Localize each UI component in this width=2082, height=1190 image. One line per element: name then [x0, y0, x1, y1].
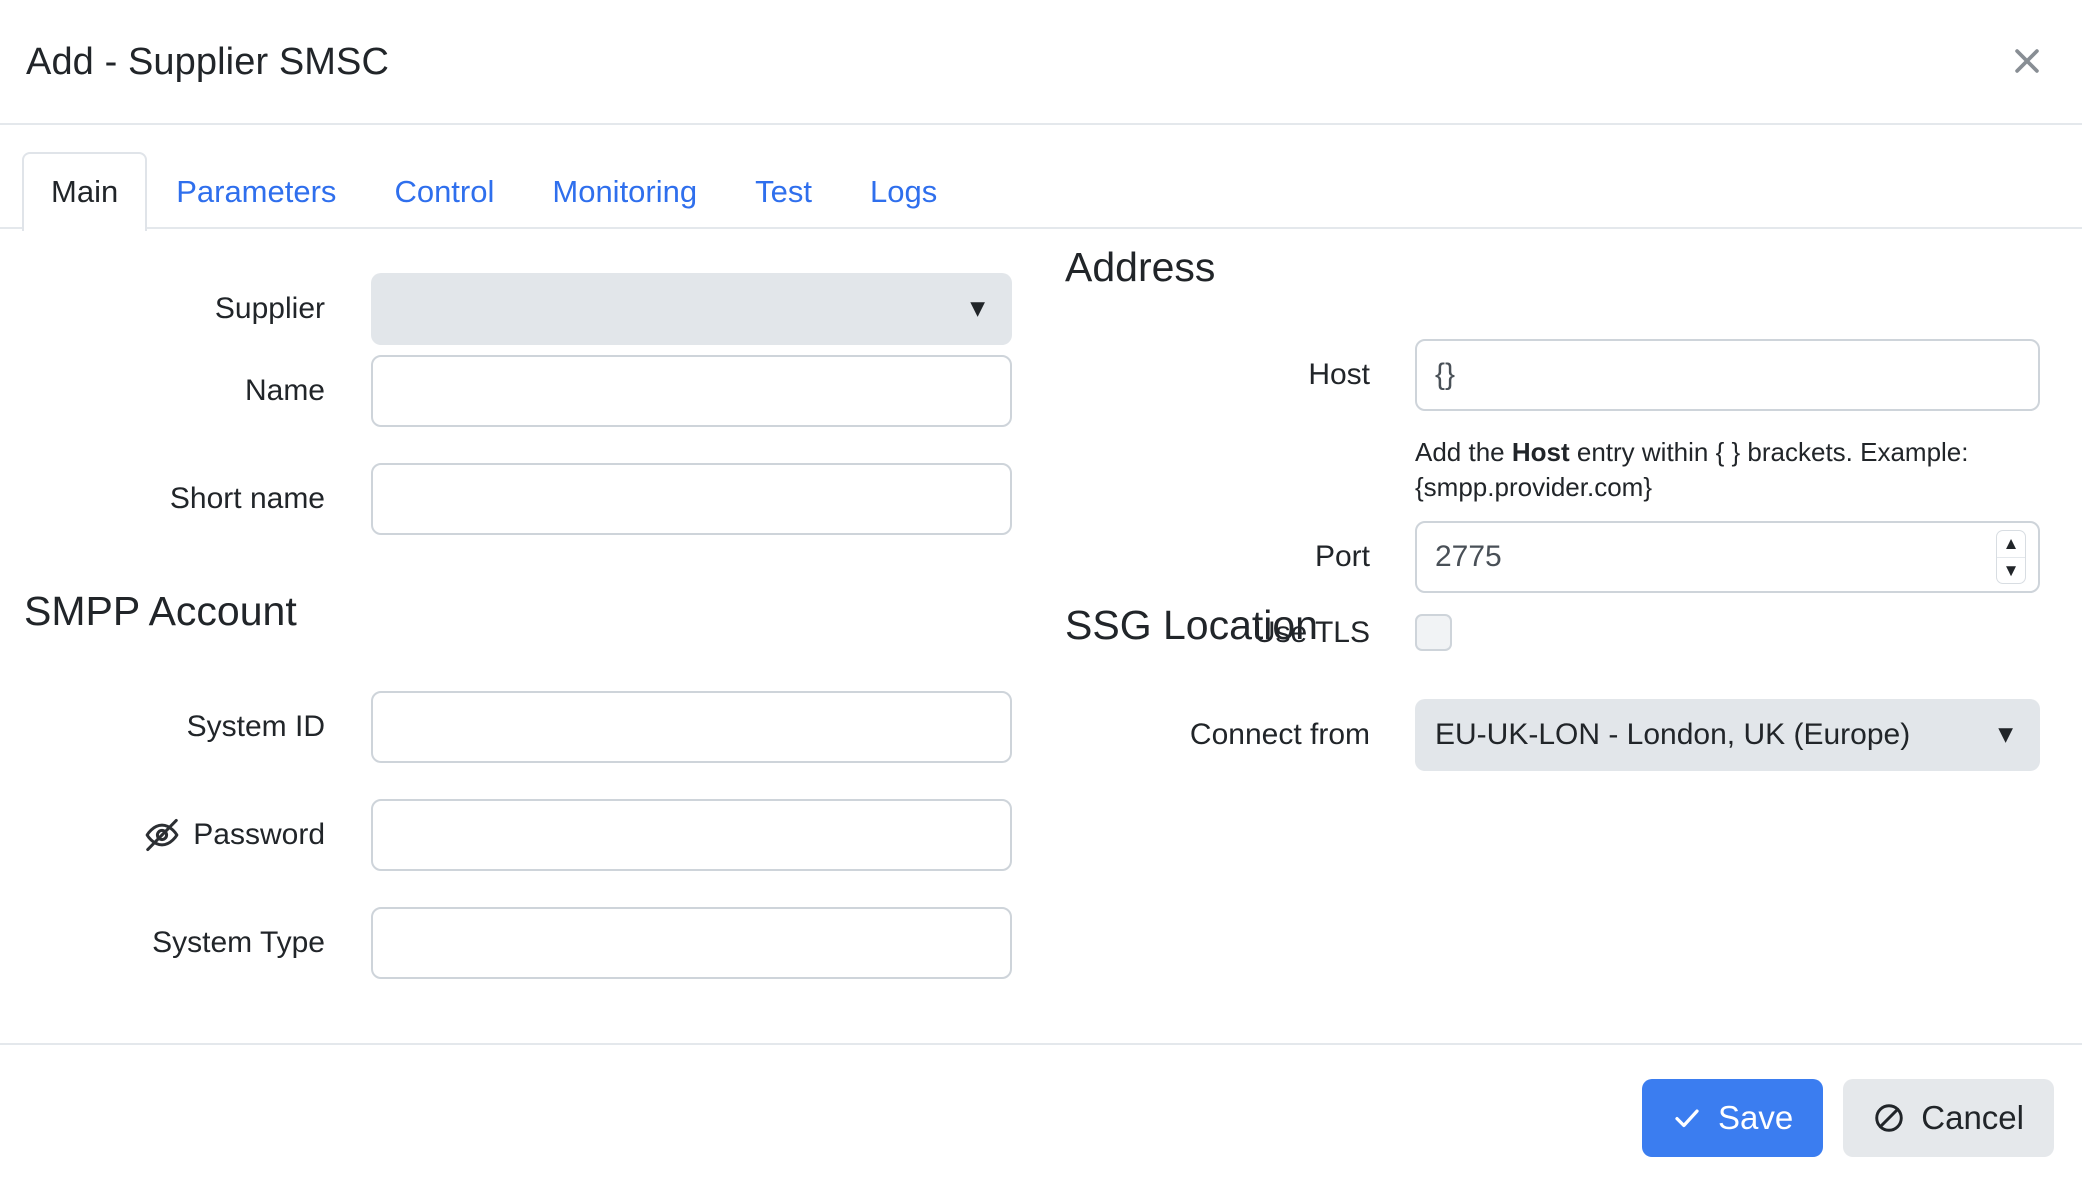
- field-connect-from: Connect from EU-UK-LON - London, UK (Eur…: [1040, 699, 2040, 771]
- smpp-account-heading: SMPP Account: [24, 588, 297, 634]
- stepper-up-icon[interactable]: ▲: [1997, 531, 2025, 558]
- tab-parameters[interactable]: Parameters: [147, 152, 365, 231]
- check-icon: [1672, 1103, 1702, 1133]
- system-type-label: System Type: [152, 926, 325, 959]
- supplier-select[interactable]: ▼: [371, 273, 1012, 345]
- tab-test[interactable]: Test: [726, 152, 841, 231]
- eye-off-icon[interactable]: [143, 816, 181, 854]
- host-hint-prefix: Add the: [1415, 437, 1512, 467]
- chevron-down-icon: ▼: [965, 294, 990, 323]
- short-name-label: Short name: [169, 482, 325, 515]
- port-spinner-wrap: ▲ ▼: [1415, 521, 2040, 593]
- tab-main[interactable]: Main: [22, 152, 148, 231]
- use-tls-checkbox[interactable]: [1415, 614, 1452, 651]
- system-id-input[interactable]: [371, 691, 1012, 763]
- password-input[interactable]: [371, 799, 1012, 871]
- host-hint: Add the Host entry within { } brackets. …: [1415, 435, 2035, 505]
- system-id-label: System ID: [186, 710, 325, 743]
- name-input[interactable]: [371, 355, 1012, 427]
- host-input[interactable]: [1415, 339, 2040, 411]
- dialog-body: Supplier ▼ Name Short name SMPP Account: [0, 229, 2082, 1045]
- cancel-button-label: Cancel: [1921, 1099, 2024, 1136]
- password-label-group: Password: [0, 816, 325, 854]
- field-host: Host: [1040, 339, 2040, 411]
- address-heading: Address: [1065, 244, 1216, 290]
- chevron-down-icon: ▼: [1993, 720, 2018, 749]
- host-label: Host: [1308, 358, 1370, 391]
- port-label: Port: [1314, 540, 1370, 573]
- save-button[interactable]: Save: [1642, 1078, 1824, 1157]
- tab-logs[interactable]: Logs: [841, 152, 966, 231]
- ban-icon: [1873, 1102, 1905, 1134]
- field-short-name: Short name: [0, 463, 1012, 535]
- host-hint-bold: Host: [1511, 437, 1570, 467]
- field-password: Password: [0, 799, 1012, 871]
- field-port: Port ▲ ▼: [1040, 521, 2040, 593]
- add-supplier-smsc-dialog: Add - Supplier SMSC Main Parameters Cont…: [0, 0, 2082, 1190]
- stepper-down-icon[interactable]: ▼: [1997, 558, 2025, 584]
- tab-control[interactable]: Control: [365, 152, 523, 231]
- tab-monitoring[interactable]: Monitoring: [523, 152, 726, 231]
- close-icon[interactable]: [2000, 34, 2054, 88]
- quantity-stepper[interactable]: ▲ ▼: [1996, 530, 2026, 584]
- field-name: Name: [0, 355, 1012, 427]
- connect-from-selected-value: EU-UK-LON - London, UK (Europe): [1435, 718, 1911, 751]
- supplier-label: Supplier: [214, 292, 325, 325]
- name-label: Name: [244, 374, 325, 407]
- system-type-input[interactable]: [371, 907, 1012, 979]
- short-name-input[interactable]: [371, 463, 1012, 535]
- save-button-label: Save: [1718, 1099, 1794, 1136]
- ssg-location-heading: SSG Location: [1065, 602, 1318, 648]
- connect-from-label: Connect from: [1189, 718, 1370, 751]
- connect-from-select[interactable]: EU-UK-LON - London, UK (Europe) ▼: [1415, 699, 2040, 771]
- cancel-button[interactable]: Cancel: [1843, 1078, 2054, 1157]
- dialog-footer: Save Cancel: [0, 1045, 2082, 1190]
- field-system-id: System ID: [0, 691, 1012, 763]
- field-system-type: System Type: [0, 907, 1012, 979]
- dialog-header: Add - Supplier SMSC: [0, 0, 2082, 125]
- password-label: Password: [193, 818, 325, 851]
- tab-bar: Main Parameters Control Monitoring Test …: [0, 125, 2082, 231]
- dialog-title: Add - Supplier SMSC: [26, 40, 390, 83]
- port-input[interactable]: [1415, 521, 2040, 593]
- field-supplier: Supplier ▼: [0, 273, 1012, 345]
